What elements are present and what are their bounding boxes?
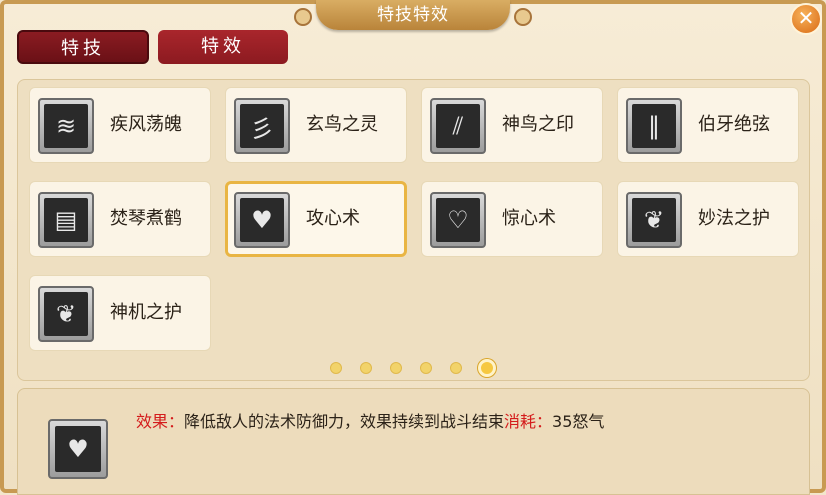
divine-bird-icon: ⫽ (430, 98, 486, 154)
strings-icon: ‖ (626, 98, 682, 154)
feather-icon: ❦ (38, 286, 94, 342)
skill-card-selected[interactable]: ♥ 攻心术 (225, 181, 407, 257)
page-dot[interactable] (450, 362, 462, 374)
skill-name: 疾风荡魄 (110, 114, 182, 135)
skill-card[interactable]: ‖ 伯牙绝弦 (617, 87, 799, 163)
close-icon: ✕ (797, 6, 815, 30)
skill-card[interactable]: ❦ 妙法之护 (617, 181, 799, 257)
skill-card[interactable]: ❦ 神机之护 (29, 275, 211, 351)
tab-special-effect[interactable]: 特效 (158, 30, 288, 64)
zither-icon: ▤ (38, 192, 94, 248)
skill-card[interactable]: ▤ 焚琴煮鹤 (29, 181, 211, 257)
cost-text: 35怒气 (552, 412, 605, 431)
feather-icon: ❦ (626, 192, 682, 248)
page-dot[interactable] (420, 362, 432, 374)
skill-name: 惊心术 (502, 208, 556, 229)
page-dot[interactable] (360, 362, 372, 374)
effect-text: 降低敌人的法术防御力，效果持续到战斗结束 (184, 412, 505, 431)
skill-name: 玄鸟之灵 (306, 114, 378, 135)
skill-name: 妙法之护 (698, 208, 770, 229)
skill-card[interactable]: ♡ 惊心术 (421, 181, 603, 257)
skill-name: 焚琴煮鹤 (110, 208, 182, 229)
skill-name: 伯牙绝弦 (698, 114, 770, 135)
effect-label: 效果： (136, 412, 185, 431)
page-dot[interactable] (390, 362, 402, 374)
broken-heart-icon: ♥ (234, 192, 290, 248)
cost-label: 消耗： (504, 412, 553, 431)
skill-card[interactable]: ⫽ 神鸟之印 (421, 87, 603, 163)
tab-label: 特效 (201, 36, 245, 57)
skill-name: 攻心术 (306, 208, 360, 229)
page-dot-active[interactable] (478, 359, 496, 377)
tab-special-skill[interactable]: 特技 (17, 30, 149, 64)
skill-name: 神机之护 (110, 302, 182, 323)
close-button[interactable]: ✕ (790, 3, 822, 35)
dialog-title: 特技特效 (294, 0, 532, 30)
skill-card[interactable]: 彡 玄鸟之灵 (225, 87, 407, 163)
heart-shield-icon: ♡ (430, 192, 486, 248)
skill-name: 神鸟之印 (502, 114, 574, 135)
wind-sword-icon: ≋ (38, 98, 94, 154)
skill-description: 效果：降低敌人的法术防御力，效果持续到战斗结束消耗：35怒气 (136, 408, 604, 432)
broken-heart-icon: ♥ (48, 419, 108, 479)
tab-label: 特技 (61, 38, 105, 59)
page-dot[interactable] (330, 362, 342, 374)
detail-panel (17, 388, 810, 495)
dark-bird-icon: 彡 (234, 98, 290, 154)
skill-card[interactable]: ≋ 疾风荡魄 (29, 87, 211, 163)
page-indicator (330, 358, 500, 378)
